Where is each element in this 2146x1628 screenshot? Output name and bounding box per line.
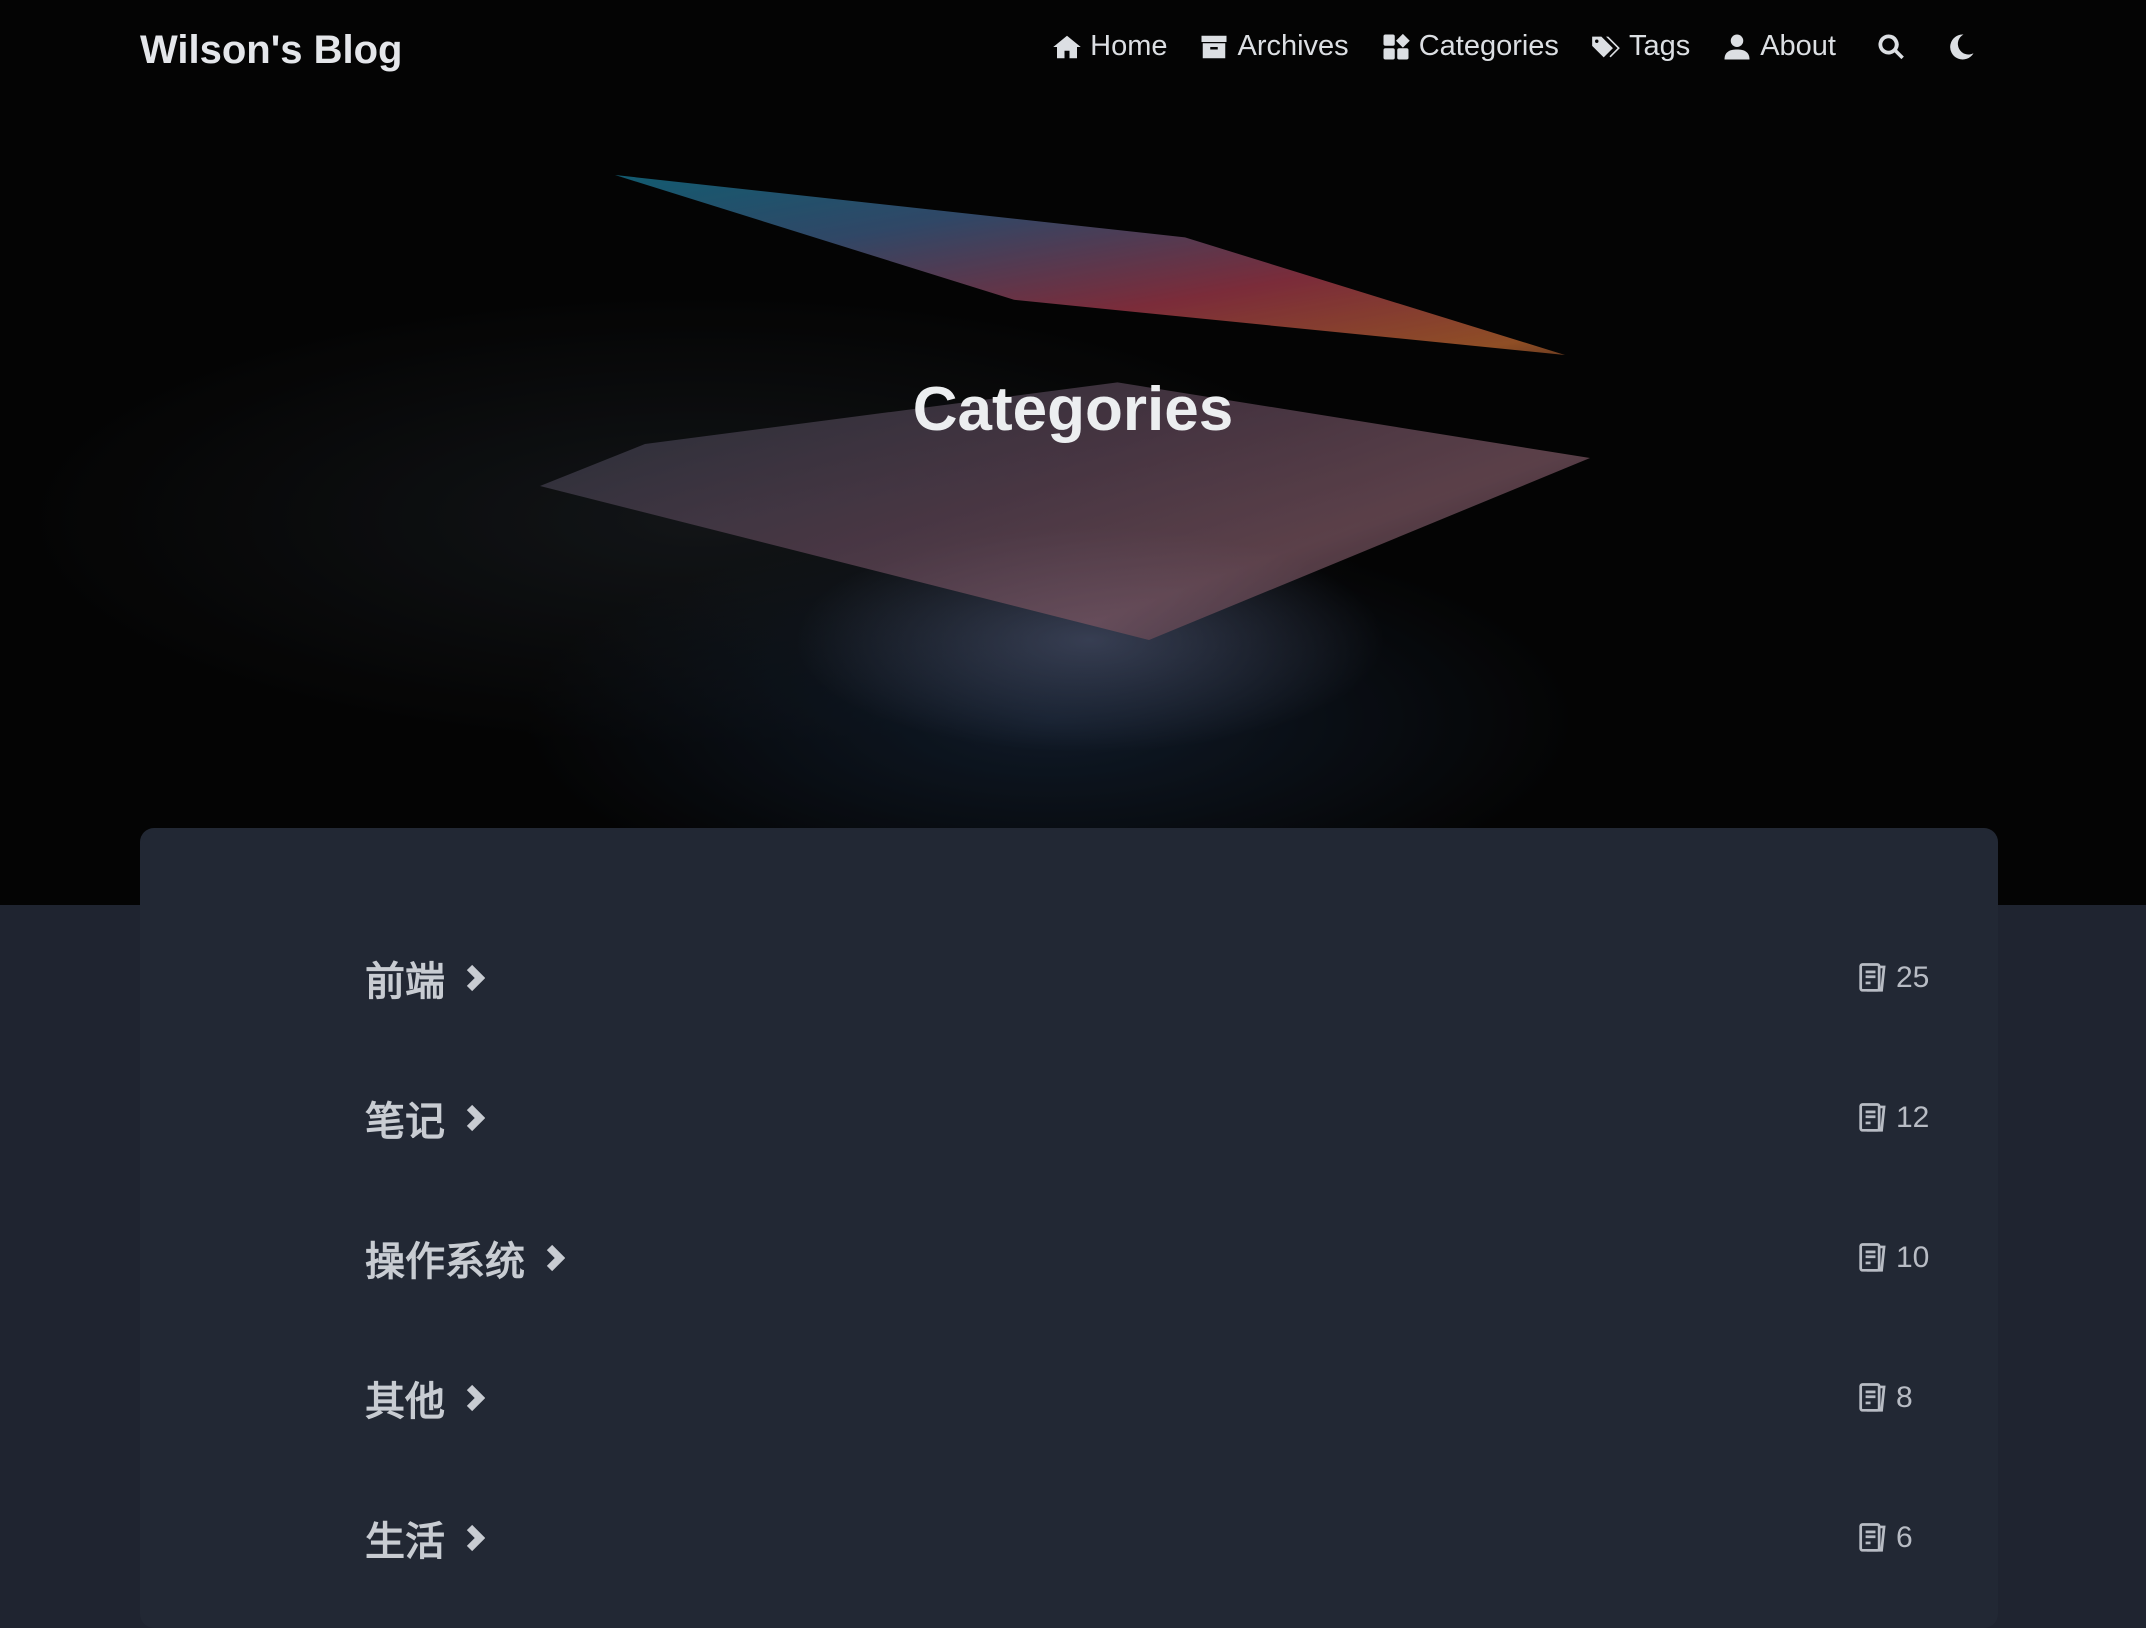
category-row: 生活 6 bbox=[365, 1508, 1933, 1568]
nav-about[interactable]: About bbox=[1722, 30, 1836, 63]
hero-banner: Categories bbox=[0, 0, 2146, 905]
chevron-right-icon bbox=[466, 1524, 485, 1552]
document-icon bbox=[1859, 1383, 1886, 1412]
category-row: 前端 25 bbox=[365, 948, 1933, 1008]
category-row: 操作系统 10 bbox=[365, 1228, 1933, 1288]
blog-brand-link[interactable]: Wilson's Blog bbox=[140, 28, 402, 73]
chevron-right-icon bbox=[466, 964, 485, 992]
category-link[interactable]: 生活 bbox=[365, 1509, 485, 1567]
archive-icon bbox=[1201, 35, 1227, 58]
post-count: 25 bbox=[1858, 961, 1933, 995]
category-row: 其他 8 bbox=[365, 1368, 1933, 1428]
document-icon bbox=[1859, 1243, 1886, 1272]
chevron-right-icon bbox=[466, 1384, 485, 1412]
post-count: 10 bbox=[1858, 1241, 1933, 1275]
chevron-right-icon bbox=[546, 1244, 565, 1272]
page-title: Categories bbox=[912, 375, 1234, 444]
user-icon bbox=[1724, 34, 1750, 59]
tags-icon bbox=[1592, 36, 1620, 57]
categories-icon bbox=[1383, 33, 1410, 59]
document-icon bbox=[1859, 1523, 1886, 1552]
post-count: 6 bbox=[1858, 1521, 1933, 1555]
moon-icon bbox=[1950, 33, 1974, 59]
category-link[interactable]: 前端 bbox=[365, 949, 485, 1007]
navbar: Wilson's Blog Home Archives Categories T… bbox=[0, 0, 2146, 100]
category-row: 笔记 12 bbox=[365, 1088, 1933, 1148]
categories-card: 前端 25 笔记 12 操作系统 10 其他 8 生活 6 bbox=[140, 828, 1998, 1628]
category-link[interactable]: 其他 bbox=[365, 1369, 485, 1427]
document-icon bbox=[1859, 1103, 1886, 1132]
chevron-right-icon bbox=[466, 1104, 485, 1132]
nav-tags[interactable]: Tags bbox=[1591, 30, 1690, 63]
document-icon bbox=[1859, 963, 1886, 992]
category-link[interactable]: 操作系统 bbox=[365, 1229, 565, 1287]
dark-mode-toggle[interactable] bbox=[1946, 32, 1976, 62]
post-count: 12 bbox=[1858, 1101, 1933, 1135]
nav-home[interactable]: Home bbox=[1052, 30, 1167, 63]
nav-menu: Home Archives Categories Tags About bbox=[1020, 30, 1976, 63]
home-icon bbox=[1053, 35, 1081, 58]
search-button[interactable] bbox=[1876, 32, 1906, 62]
nav-categories[interactable]: Categories bbox=[1381, 30, 1559, 63]
category-link[interactable]: 笔记 bbox=[365, 1089, 485, 1147]
search-icon bbox=[1878, 33, 1904, 59]
post-count: 8 bbox=[1858, 1381, 1933, 1415]
nav-archives[interactable]: Archives bbox=[1199, 30, 1349, 63]
